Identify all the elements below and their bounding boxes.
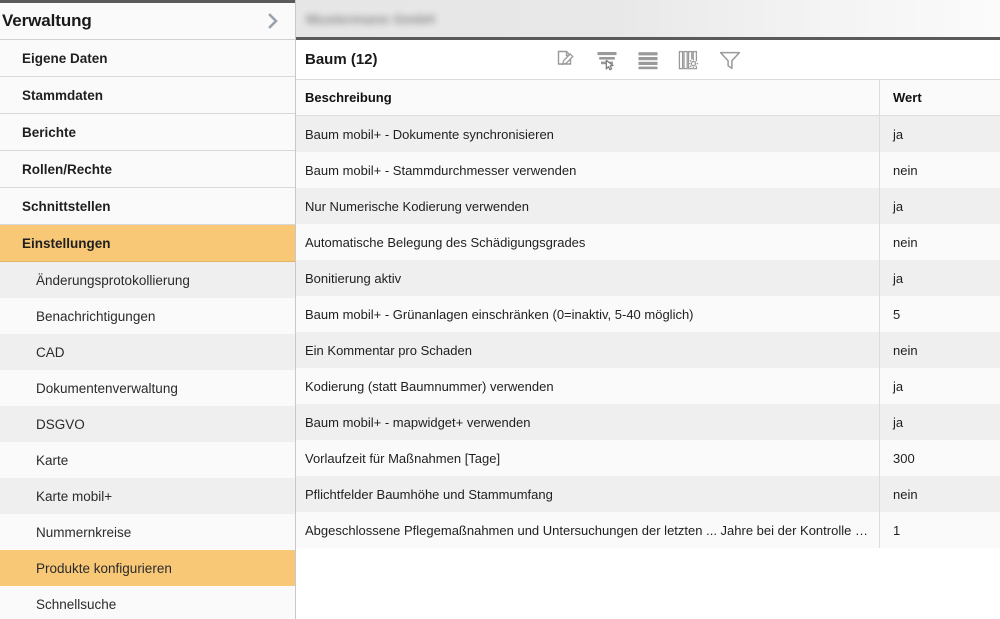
sidebar-item-label: Produkte konfigurieren: [36, 560, 172, 576]
table-row[interactable]: Baum mobil+ - Stammdurchmesser verwenden…: [296, 152, 1000, 188]
cell-value: 1: [879, 512, 1000, 548]
sidebar-header: Verwaltung: [0, 0, 295, 40]
app-topbar: Mustermann GmbH: [296, 0, 1000, 40]
column-settings-icon[interactable]: [675, 47, 703, 73]
sidebar-item-label: Eigene Daten: [22, 50, 108, 66]
table-row[interactable]: Pflichtfelder Baumhöhe und Stammumfang ne…: [296, 476, 1000, 512]
table-body: Baum mobil+ - Dokumente synchronisieren j…: [296, 116, 1000, 548]
sidebar-item-benachrichtigungen[interactable]: Benachrichtigungen: [0, 298, 295, 334]
sidebar-item-label: Schnellsuche: [36, 596, 117, 612]
table-row[interactable]: Ein Kommentar pro Schaden nein: [296, 332, 1000, 368]
sidebar-item-cad[interactable]: CAD: [0, 334, 295, 370]
cell-description: Baum mobil+ - Grünanlagen einschränken (…: [305, 306, 694, 322]
cell-description: Ein Kommentar pro Schaden: [305, 342, 472, 358]
edit-document-icon[interactable]: [552, 47, 580, 73]
cell-value: ja: [879, 116, 1000, 152]
sidebar-item-karte-mobil+[interactable]: Karte mobil+: [0, 478, 295, 514]
table-header-row: Beschreibung Wert: [296, 80, 1000, 116]
cell-value: ja: [879, 188, 1000, 224]
sidebar-item-produkte-konfigurieren[interactable]: Produkte konfigurieren: [0, 550, 295, 586]
sidebar-nav: Eigene Daten Stammdaten Berichte Rollen/Rec…: [0, 40, 295, 619]
chevron-right-icon[interactable]: [265, 13, 281, 29]
sidebar-item-label: Einstellungen: [22, 235, 111, 251]
table-row[interactable]: Vorlaufzeit für Maßnahmen [Tage] 300: [296, 440, 1000, 476]
cell-description: Bonitierung aktiv: [305, 270, 402, 286]
cell-description: Nur Numerische Kodierung verwenden: [305, 198, 530, 214]
cell-value: nein: [879, 224, 1000, 260]
sidebar-item-rollen-rechte[interactable]: Rollen/Rechte: [0, 151, 295, 188]
sidebar-item-dsgvo[interactable]: DSGVO: [0, 406, 295, 442]
table-empty-space: [296, 548, 1000, 619]
cell-value: 5: [879, 296, 1000, 332]
sidebar-title: Verwaltung: [2, 11, 92, 30]
main-panel: Mustermann GmbH Baum (12) Beschreibung W…: [296, 0, 1000, 619]
cell-value: nein: [879, 476, 1000, 512]
admin-settings-screen: Verwaltung Eigene Daten Stammdaten Bericht…: [0, 0, 1000, 619]
select-rows-icon[interactable]: [593, 47, 621, 73]
sidebar-item-karte[interactable]: Karte: [0, 442, 295, 478]
sidebar-item-label: Benachrichtigungen: [36, 308, 156, 324]
sidebar-item-label: Stammdaten: [22, 87, 104, 103]
sidebar-item-label: Karte mobil+: [36, 488, 113, 504]
sidebar-item-änderungsprotokollierung[interactable]: Änderungsprotokollierung: [0, 262, 295, 298]
table-row[interactable]: Automatische Belegung des Schädigungsgra…: [296, 224, 1000, 260]
column-header-value[interactable]: Wert: [879, 80, 1000, 115]
sidebar-item-dokumentenverwaltung[interactable]: Dokumentenverwaltung: [0, 370, 295, 406]
table-row[interactable]: Kodierung (statt Baumnummer) verwenden ja: [296, 368, 1000, 404]
sidebar-item-label: Änderungsprotokollierung: [36, 272, 190, 288]
cell-description: Automatische Belegung des Schädigungsgra…: [305, 234, 586, 250]
table-row[interactable]: Baum mobil+ - mapwidget+ verwenden ja: [296, 404, 1000, 440]
cell-value: ja: [879, 368, 1000, 404]
sidebar-item-berichte[interactable]: Berichte: [0, 114, 295, 151]
sidebar-item-label: DSGVO: [36, 416, 85, 432]
table-row[interactable]: Bonitierung aktiv ja: [296, 260, 1000, 296]
sidebar-item-label: Berichte: [22, 124, 77, 140]
cell-description: Vorlaufzeit für Maßnahmen [Tage]: [305, 450, 501, 466]
sidebar-item-label: CAD: [36, 344, 65, 360]
cell-value: nein: [879, 152, 1000, 188]
sidebar-item-einstellungen[interactable]: Einstellungen: [0, 225, 295, 262]
settings-table: Beschreibung Wert Baum mobil+ - Dokument…: [296, 80, 1000, 619]
cell-description: Pflichtfelder Baumhöhe und Stammumfang: [305, 486, 553, 502]
cell-description: Baum mobil+ - Stammdurchmesser verwenden: [305, 162, 577, 178]
cell-value: 300: [879, 440, 1000, 476]
table-row[interactable]: Nur Numerische Kodierung verwenden ja: [296, 188, 1000, 224]
sidebar-item-nummernkreise[interactable]: Nummernkreise: [0, 514, 295, 550]
filter-funnel-icon[interactable]: [716, 47, 744, 73]
sidebar-item-stammdaten[interactable]: Stammdaten: [0, 77, 295, 114]
sidebar: Verwaltung Eigene Daten Stammdaten Bericht…: [0, 0, 296, 619]
cell-description: Abgeschlossene Pflegemaßnahmen und Unter…: [305, 522, 879, 538]
sidebar-item-eigene-daten[interactable]: Eigene Daten: [0, 40, 295, 77]
cell-value: nein: [879, 332, 1000, 368]
sidebar-item-label: Dokumentenverwaltung: [36, 380, 178, 396]
table-row[interactable]: Baum mobil+ - Grünanlagen einschränken (…: [296, 296, 1000, 332]
list-rows-icon[interactable]: [634, 47, 662, 73]
sidebar-item-label: Nummernkreise: [36, 524, 132, 540]
cell-description: Baum mobil+ - mapwidget+ verwenden: [305, 414, 531, 430]
cell-description: Kodierung (statt Baumnummer) verwenden: [305, 378, 554, 394]
table-row[interactable]: Baum mobil+ - Dokumente synchronisieren j…: [296, 116, 1000, 152]
sidebar-item-schnittstellen[interactable]: Schnittstellen: [0, 188, 295, 225]
panel-header: Baum (12): [296, 40, 1000, 80]
cell-value: ja: [879, 404, 1000, 440]
panel-toolbar: [552, 47, 744, 73]
sidebar-item-label: Schnittstellen: [22, 198, 111, 214]
redacted-customer-title: Mustermann GmbH: [306, 10, 436, 27]
column-header-description[interactable]: Beschreibung: [296, 90, 879, 105]
table-row[interactable]: Abgeschlossene Pflegemaßnahmen und Unter…: [296, 512, 1000, 548]
sidebar-item-label: Rollen/Rechte: [22, 161, 113, 177]
cell-value: ja: [879, 260, 1000, 296]
page-title: Baum (12): [305, 51, 378, 68]
sidebar-item-label: Karte: [36, 452, 69, 468]
cell-description: Baum mobil+ - Dokumente synchronisieren: [305, 126, 554, 142]
sidebar-item-schnellsuche[interactable]: Schnellsuche: [0, 586, 295, 619]
